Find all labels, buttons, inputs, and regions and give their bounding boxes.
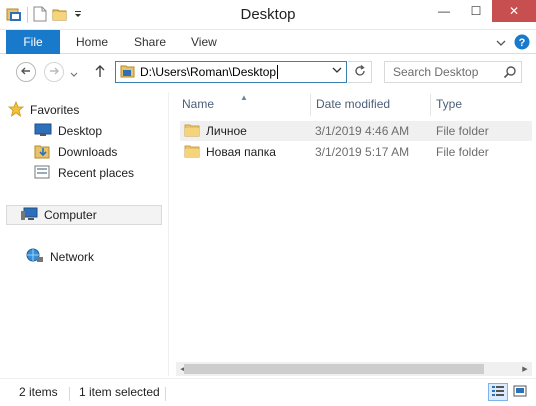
search-icon[interactable] [503,65,517,82]
details-view-button[interactable] [488,383,508,401]
file-name: Новая папка [206,145,276,159]
status-divider [69,387,70,401]
scrollbar-thumb[interactable] [184,364,484,374]
large-icons-view-icon [513,385,527,400]
refresh-button[interactable] [348,61,372,83]
maximize-button[interactable]: ☐ [460,0,492,22]
file-date-modified: 3/1/2019 4:46 AM [315,124,410,138]
desktop-icon [34,123,52,140]
recent-places-icon [34,164,52,183]
folder-icon [184,123,200,140]
svg-text:?: ? [519,37,526,49]
tab-file[interactable]: File [6,30,60,54]
large-icons-view-button[interactable] [510,383,530,401]
sort-ascending-icon: ▲ [240,93,248,102]
window-controls: — ☐ ✕ [428,0,536,22]
nav-item-label: Recent places [58,166,135,180]
details-view-icon [491,385,505,400]
view-switcher [488,383,530,401]
tab-view[interactable]: View [181,30,227,54]
back-button[interactable] [16,62,36,82]
close-button[interactable]: ✕ [492,0,536,22]
column-header-type[interactable]: Type [430,94,530,114]
nav-item-label: Downloads [58,145,118,159]
downloads-icon [34,143,52,162]
nav-favorites-label: Favorites [30,103,80,117]
tab-home[interactable]: Home [66,30,118,54]
list-item[interactable]: Личное 3/1/2019 4:46 AM File folder [180,121,532,141]
recent-locations-dropdown-icon[interactable] [70,68,78,82]
pane-divider[interactable] [168,92,169,376]
nav-item-network[interactable]: Network [26,247,94,267]
text-cursor [277,65,279,79]
item-count: 2 items [19,385,58,399]
address-bar-row: D:\Users\Roman\Desktop [0,54,536,90]
tab-share[interactable]: Share [124,30,176,54]
nav-favorites[interactable]: Favorites [7,100,80,120]
search-box[interactable] [384,61,522,83]
minimize-button[interactable]: — [428,0,460,22]
address-field[interactable]: D:\Users\Roman\Desktop [115,61,347,83]
status-divider [165,387,166,401]
nav-item-downloads[interactable]: Downloads [34,142,117,162]
folder-location-icon [120,64,136,81]
ribbon-right-controls: ? [496,34,530,53]
file-type: File folder [436,124,489,138]
folder-icon [184,144,200,161]
nav-item-label: Computer [44,208,97,222]
network-icon [26,248,44,267]
help-icon[interactable]: ? [514,34,530,53]
arrow-right-icon [48,65,60,80]
refresh-icon [354,64,366,80]
status-bar: 2 items 1 item selected [0,378,536,406]
computer-icon [20,207,38,224]
horizontal-scrollbar[interactable]: ◀ ▶ [176,362,532,376]
title-bar: Desktop — ☐ ✕ [0,0,536,30]
navigation-pane: Favorites Desktop Downloads Recent place… [0,92,168,376]
file-date-modified: 3/1/2019 5:17 AM [315,145,410,159]
ribbon-tab-bar: File Home Share View ? [0,30,536,54]
search-input[interactable] [393,65,503,79]
nav-item-computer[interactable]: Computer [6,205,162,225]
file-list: ▲ Name Date modified Type Личное 3/1/201… [176,92,532,362]
nav-item-recent-places[interactable]: Recent places [34,163,134,183]
expand-ribbon-icon[interactable] [496,37,506,51]
selection-count: 1 item selected [79,385,160,399]
forward-button[interactable] [44,62,64,82]
column-header-date-modified[interactable]: Date modified [310,94,430,114]
nav-item-label: Network [50,250,95,264]
column-header-name[interactable]: ▲ Name [176,93,310,114]
file-type: File folder [436,145,489,159]
list-item[interactable]: Новая папка 3/1/2019 5:17 AM File folder [180,142,532,162]
scroll-right-icon[interactable]: ▶ [518,362,532,376]
up-level-button[interactable] [94,64,106,81]
nav-item-desktop[interactable]: Desktop [34,121,102,141]
address-dropdown-icon[interactable] [332,65,342,78]
address-path-text: D:\Users\Roman\Desktop [140,65,277,79]
star-icon [7,100,25,120]
file-name: Личное [206,124,247,138]
arrow-left-icon [20,65,32,80]
nav-item-label: Desktop [58,124,103,138]
